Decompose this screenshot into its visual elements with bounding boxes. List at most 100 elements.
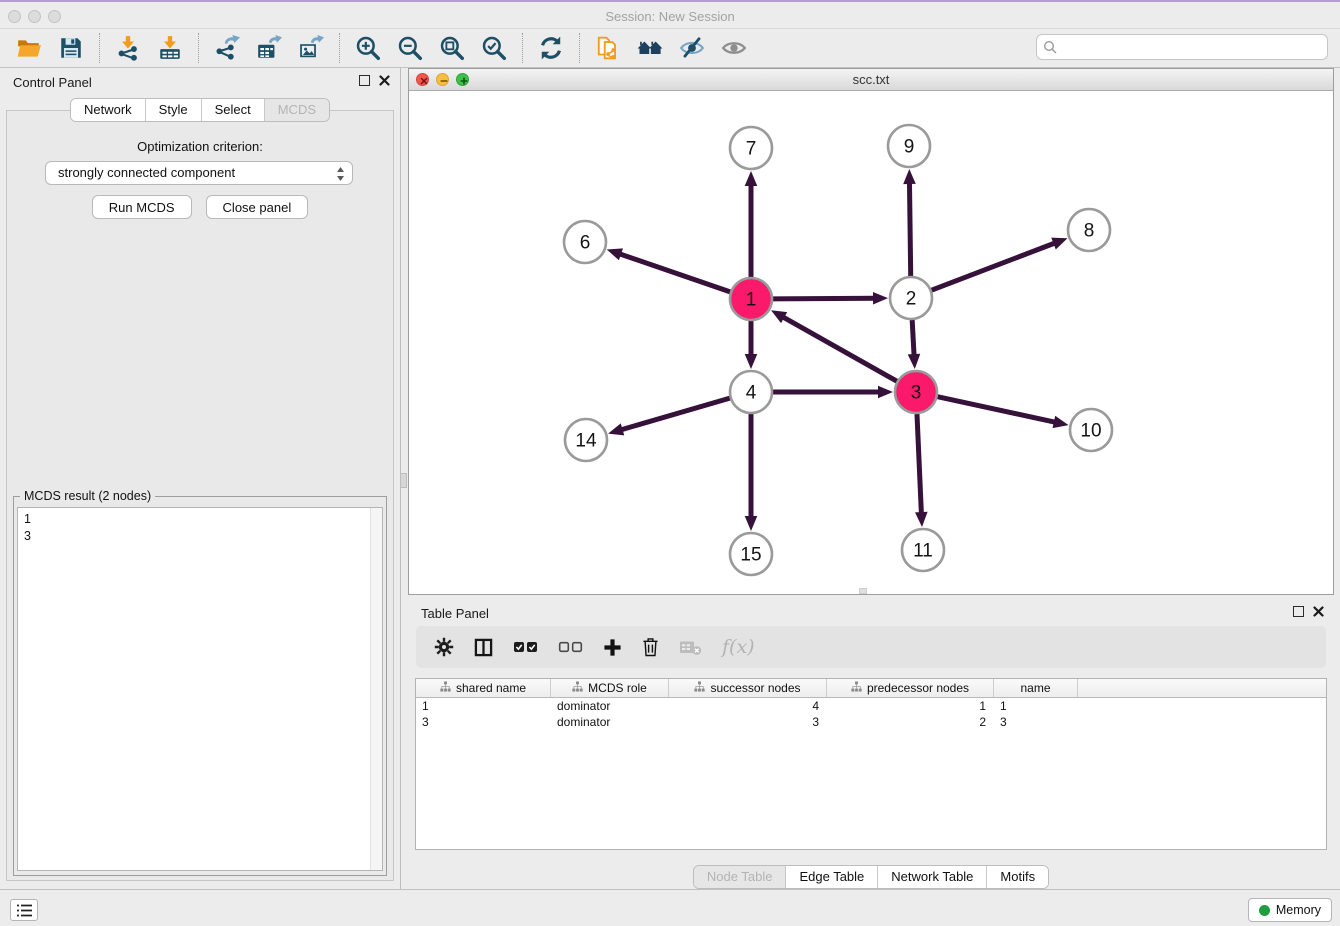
column-header-successor-nodes[interactable]: successor nodes (669, 679, 827, 697)
column-header-predecessor-nodes[interactable]: predecessor nodes (827, 679, 994, 697)
export-image-icon (298, 35, 324, 61)
save-button[interactable] (55, 32, 87, 64)
table-cell[interactable]: 3 (669, 714, 827, 730)
graph-node-11[interactable]: 11 (902, 529, 944, 571)
column-label: successor nodes (710, 681, 800, 695)
hide-details-button[interactable] (676, 32, 708, 64)
splitter-grip[interactable] (400, 473, 407, 488)
column-label: predecessor nodes (867, 681, 969, 695)
table-row[interactable]: 1dominator411 (416, 698, 1326, 714)
titlebar: Session: New Session (0, 4, 1340, 29)
svg-text:7: 7 (746, 139, 757, 160)
refresh-button[interactable] (535, 32, 567, 64)
task-history-button[interactable] (10, 899, 38, 921)
graph-edge-2-3[interactable] (912, 320, 914, 357)
graph-node-15[interactable]: 15 (730, 533, 772, 575)
home-button[interactable] (634, 32, 666, 64)
graph-node-2[interactable]: 2 (890, 277, 932, 319)
result-scrollbar[interactable] (370, 508, 382, 870)
zoom-selected-button[interactable] (478, 32, 510, 64)
mcds-result-lines: 13 (18, 508, 382, 548)
run-mcds-button[interactable]: Run MCDS (92, 195, 192, 219)
column-header-name[interactable]: name (994, 679, 1078, 697)
graph-node-8[interactable]: 8 (1068, 209, 1110, 251)
open-folder-button[interactable] (13, 32, 45, 64)
column-label: name (1020, 681, 1050, 695)
criterion-select[interactable]: strongly connected component (45, 161, 353, 185)
tree-icon (440, 681, 451, 692)
table-cell[interactable]: dominator (551, 698, 669, 714)
table-cell[interactable]: 1 (827, 698, 994, 714)
graph-node-10[interactable]: 10 (1070, 409, 1112, 451)
graph-node-1[interactable]: 1 (730, 278, 772, 320)
graph-edge-arrow-4-15 (745, 516, 758, 531)
status-bar: Memory (0, 889, 1340, 926)
graph-edge-arrow-1-6 (607, 248, 623, 260)
table-cell[interactable]: 3 (416, 714, 551, 730)
graph-node-6[interactable]: 6 (564, 221, 606, 263)
graph-node-4[interactable]: 4 (730, 371, 772, 413)
select-all-button[interactable] (513, 640, 538, 654)
close-table-panel-icon[interactable] (1313, 606, 1324, 617)
graph-edge-3-1[interactable] (781, 316, 896, 381)
float-panel-icon[interactable] (359, 75, 370, 86)
graph-edge-1-6[interactable] (618, 253, 730, 291)
svg-text:2: 2 (906, 289, 917, 310)
table-tab-node-table[interactable]: Node Table (694, 866, 786, 888)
export-image-button[interactable] (295, 32, 327, 64)
close-panel-icon[interactable] (379, 75, 390, 86)
zoom-fit-button[interactable] (436, 32, 468, 64)
column-header-MCDS-role[interactable]: MCDS role (551, 679, 669, 697)
graph-edge-2-8[interactable] (932, 242, 1057, 290)
network-canvas[interactable]: 7 9 6 8 1 2 4 3 14 10 15 11 (409, 91, 1333, 594)
table-tab-motifs[interactable]: Motifs (986, 866, 1048, 888)
node-table-body: 1dominator4113dominator323 (416, 698, 1326, 730)
graph-edge-3-11[interactable] (917, 414, 921, 515)
table-cell[interactable]: 2 (827, 714, 994, 730)
table-tab-network-table[interactable]: Network Table (877, 866, 986, 888)
tab-network[interactable]: Network (71, 99, 145, 121)
close-panel-button[interactable]: Close panel (206, 195, 309, 219)
export-network-button[interactable] (211, 32, 243, 64)
zoom-in-button[interactable] (352, 32, 384, 64)
table-cell[interactable]: 1 (416, 698, 551, 714)
graph-node-3[interactable]: 3 (895, 371, 937, 413)
table-panel-title: Table Panel (421, 606, 489, 621)
gear-button[interactable] (434, 637, 454, 657)
svg-text:9: 9 (904, 137, 915, 158)
import-network-button[interactable] (112, 32, 144, 64)
mcds-result-box[interactable]: 13 (17, 507, 383, 871)
column-header-shared-name[interactable]: shared name (416, 679, 551, 697)
delete-button[interactable] (642, 637, 659, 657)
import-table-button[interactable] (154, 32, 186, 64)
deselect-all-button[interactable] (558, 640, 583, 654)
bird-view-button[interactable] (718, 32, 750, 64)
graph-edge-4-14[interactable] (620, 398, 730, 430)
table-cell[interactable]: 4 (669, 698, 827, 714)
table-cell[interactable]: 1 (994, 698, 1078, 714)
graph-node-9[interactable]: 9 (888, 125, 930, 167)
tab-select[interactable]: Select (201, 99, 264, 121)
table-tab-edge-table[interactable]: Edge Table (785, 866, 877, 888)
graph-node-14[interactable]: 14 (565, 419, 607, 461)
float-table-panel-icon[interactable] (1293, 606, 1304, 617)
tab-style[interactable]: Style (145, 99, 201, 121)
graph-node-7[interactable]: 7 (730, 127, 772, 169)
graph-edge-3-10[interactable] (937, 397, 1056, 423)
network-from-file-button[interactable] (592, 32, 624, 64)
canvas-resize-grip[interactable] (859, 588, 867, 594)
columns-button[interactable] (474, 638, 493, 657)
export-table-button[interactable] (253, 32, 285, 64)
table-row[interactable]: 3dominator323 (416, 714, 1326, 730)
graph-edge-1-2[interactable] (773, 298, 876, 299)
search-input[interactable] (1036, 34, 1328, 60)
zoom-out-button[interactable] (394, 32, 426, 64)
memory-button[interactable]: Memory (1248, 898, 1332, 922)
table-cell[interactable]: 3 (994, 714, 1078, 730)
control-panel-tabs: NetworkStyleSelectMCDS (70, 98, 330, 122)
table-cell[interactable]: dominator (551, 714, 669, 730)
table-tabs-bar: Node TableEdge TableNetwork TableMotifs (408, 865, 1334, 889)
tab-mcds[interactable]: MCDS (264, 99, 329, 121)
add-button[interactable] (603, 638, 622, 657)
graph-edge-2-9[interactable] (909, 181, 910, 276)
